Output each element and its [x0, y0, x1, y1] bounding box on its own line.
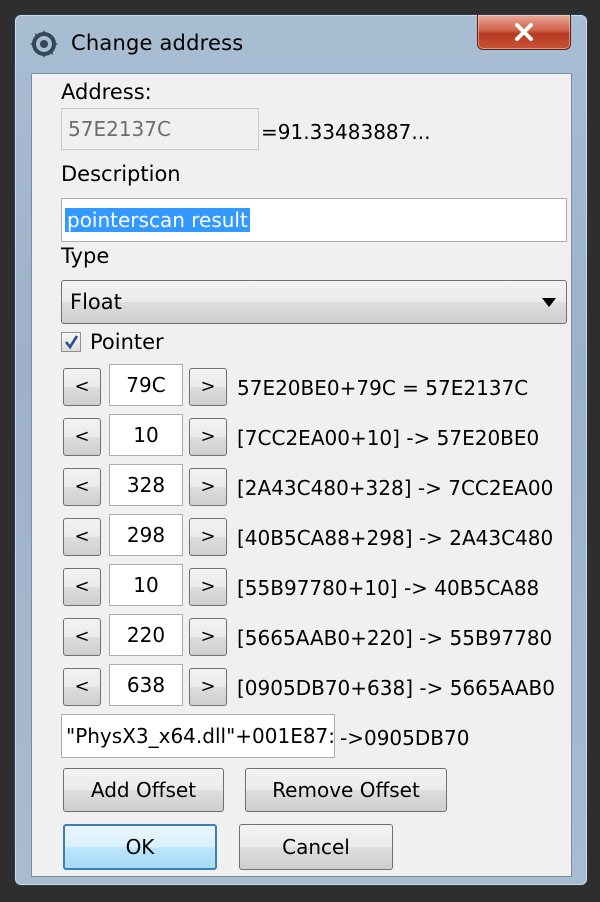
address-label: Address:: [61, 80, 152, 104]
description-input[interactable]: pointerscan result: [61, 198, 567, 242]
offset-input[interactable]: 298: [109, 514, 183, 556]
type-selected: Float: [70, 290, 122, 314]
offset-chain-text: [5665AAB0+220] -> 55B97780: [237, 626, 553, 650]
offset-decrease-button[interactable]: <: [63, 668, 101, 706]
change-address-dialog: Change address Address: 57E2137C =91.334…: [14, 14, 588, 886]
offset-chain-text: [2A43C480+328] -> 7CC2EA00: [237, 476, 554, 500]
type-label: Type: [61, 244, 110, 268]
offset-increase-button[interactable]: >: [189, 518, 227, 556]
offset-increase-button[interactable]: >: [189, 368, 227, 406]
type-dropdown[interactable]: Float: [61, 280, 567, 324]
offset-input[interactable]: 220: [109, 614, 183, 656]
add-offset-button[interactable]: Add Offset: [63, 768, 224, 812]
remove-offset-button[interactable]: Remove Offset: [245, 768, 447, 812]
offset-row: < 10 > [7CC2EA00+10] -> 57E20BE0: [32, 414, 571, 460]
offset-decrease-button[interactable]: <: [63, 568, 101, 606]
title-bar[interactable]: Change address: [15, 15, 587, 73]
offset-increase-button[interactable]: >: [189, 468, 227, 506]
pointer-checkbox[interactable]: [61, 332, 81, 352]
offset-input[interactable]: 328: [109, 464, 183, 506]
offset-decrease-button[interactable]: <: [63, 618, 101, 656]
offset-decrease-button[interactable]: <: [63, 368, 101, 406]
base-address-result: ->0905DB70: [340, 726, 470, 750]
offset-chain-text: [0905DB70+638] -> 5665AAB0: [237, 676, 555, 700]
address-input[interactable]: 57E2137C: [61, 108, 259, 150]
description-text: pointerscan result: [65, 208, 250, 232]
offset-decrease-button[interactable]: <: [63, 418, 101, 456]
ok-button[interactable]: OK: [63, 824, 217, 870]
cheat-engine-icon: [29, 29, 59, 59]
base-address-input[interactable]: "PhysX3_x64.dll"+001E87:: [61, 714, 335, 758]
offset-row: < 638 > [0905DB70+638] -> 5665AAB0: [32, 664, 571, 710]
offset-decrease-button[interactable]: <: [63, 468, 101, 506]
checkmark-icon: [64, 335, 79, 350]
address-result: =91.33483887...: [261, 120, 431, 144]
offset-row: < 328 > [2A43C480+328] -> 7CC2EA00: [32, 464, 571, 510]
offset-input[interactable]: 10: [109, 414, 183, 456]
offset-chain-text: [55B97780+10] -> 40B5CA88: [237, 576, 540, 600]
offset-increase-button[interactable]: >: [189, 618, 227, 656]
offset-row: < 220 > [5665AAB0+220] -> 55B97780: [32, 614, 571, 660]
offset-input[interactable]: 10: [109, 564, 183, 606]
offset-chain-text: [7CC2EA00+10] -> 57E20BE0: [237, 426, 540, 450]
offset-input[interactable]: 638: [109, 664, 183, 706]
offset-increase-button[interactable]: >: [189, 568, 227, 606]
offset-chain-text: 57E20BE0+79C = 57E2137C: [237, 376, 529, 400]
offset-row: < 10 > [55B97780+10] -> 40B5CA88: [32, 564, 571, 610]
close-button[interactable]: [477, 15, 571, 50]
offset-chain-text: [40B5CA88+298] -> 2A43C480: [237, 526, 554, 550]
offset-row: < 298 > [40B5CA88+298] -> 2A43C480: [32, 514, 571, 560]
close-icon: [515, 23, 533, 41]
offset-increase-button[interactable]: >: [189, 418, 227, 456]
window-title: Change address: [71, 31, 244, 55]
offset-row: < 79C > 57E20BE0+79C = 57E2137C: [32, 364, 571, 410]
description-label: Description: [61, 162, 181, 186]
chevron-down-icon: [542, 298, 556, 307]
pointer-label: Pointer: [90, 330, 164, 354]
offset-decrease-button[interactable]: <: [63, 518, 101, 556]
cancel-button[interactable]: Cancel: [239, 824, 393, 870]
offset-input[interactable]: 79C: [109, 364, 183, 406]
dialog-body: Address: 57E2137C =91.33483887... Descri…: [31, 73, 572, 877]
offset-increase-button[interactable]: >: [189, 668, 227, 706]
